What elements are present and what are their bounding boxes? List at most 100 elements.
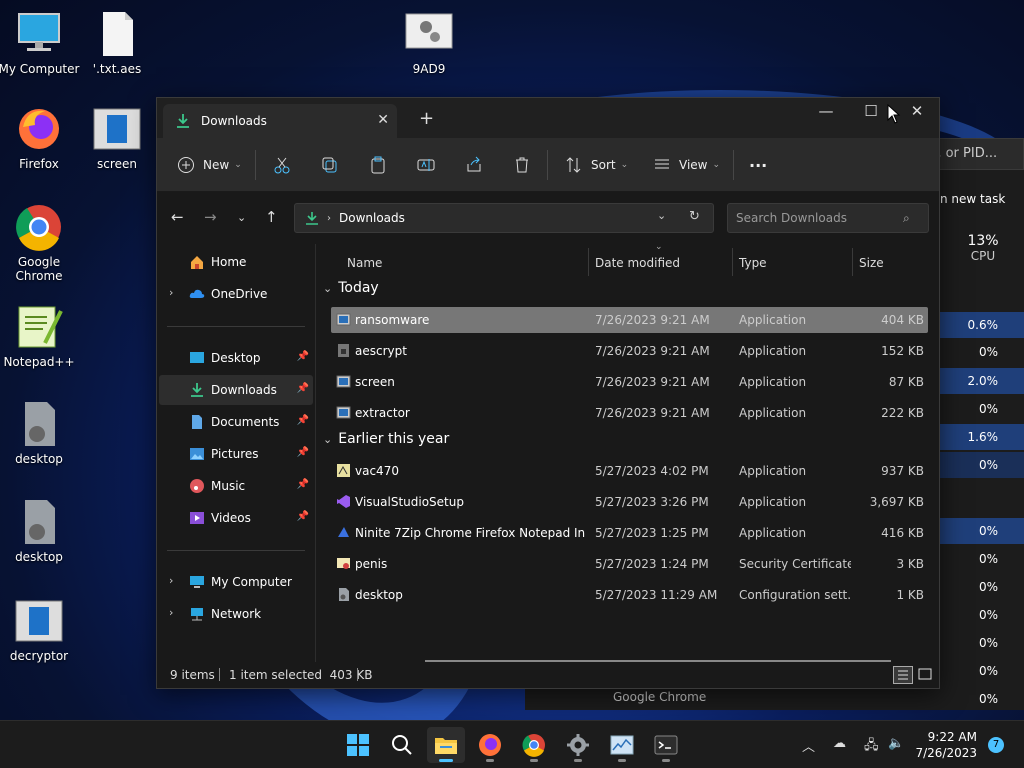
back-arrow-icon[interactable]: ← [171, 208, 184, 226]
taskbar-chrome[interactable] [515, 727, 553, 763]
file-size: 416 KB [881, 526, 924, 540]
share-button[interactable] [465, 152, 483, 178]
column-header-size[interactable]: Size [859, 256, 884, 270]
plus-circle-icon [178, 157, 194, 173]
sidebar-item-my-computer[interactable]: › My Computer [159, 567, 313, 597]
desktop-icon-chrome[interactable]: Google Chrome [0, 203, 81, 283]
chevron-down-icon[interactable]: ⌄ [657, 209, 666, 222]
sidebar-item-music[interactable]: Music 📌 [159, 471, 313, 501]
expand-chevron-icon[interactable]: › [169, 574, 173, 587]
sidebar-item-onedrive[interactable]: › OneDrive [159, 279, 313, 309]
group-header-today[interactable]: ⌄ Today [323, 280, 379, 296]
desktop-icon-desktop-2[interactable]: desktop [0, 498, 81, 564]
running-indicator [574, 759, 582, 762]
pin-icon[interactable]: 📌 [297, 511, 309, 522]
expand-chevron-icon[interactable]: › [169, 606, 173, 619]
taskbar-task-manager[interactable] [603, 727, 641, 763]
file-row[interactable]: screen 7/26/2023 9:21 AM Application 87 KB [331, 369, 928, 395]
group-header-earlier[interactable]: ⌄ Earlier this year [323, 431, 449, 447]
recent-locations-icon[interactable]: ⌄ [237, 211, 246, 224]
notification-badge[interactable]: 7 [988, 737, 1004, 753]
copy-button[interactable] [321, 152, 339, 178]
breadcrumb-downloads[interactable]: Downloads [339, 211, 405, 225]
search-input[interactable]: Search Downloads [727, 203, 929, 233]
file-row[interactable]: VisualStudioSetup 5/27/2023 3:26 PM Applic… [331, 489, 928, 515]
close-window-icon[interactable]: ✕ [902, 102, 932, 120]
up-arrow-icon[interactable]: ↑ [265, 208, 278, 226]
run-new-task-button[interactable]: n new task [940, 192, 1005, 206]
pin-icon[interactable]: 📌 [297, 479, 309, 490]
taskbar-terminal[interactable] [647, 727, 685, 763]
paste-button[interactable] [369, 152, 387, 178]
pin-icon[interactable]: 📌 [297, 351, 309, 362]
desktop-icon-my-computer[interactable]: My Computer [0, 10, 81, 76]
sidebar-item-desktop[interactable]: Desktop 📌 [159, 343, 313, 373]
file-row[interactable]: aescrypt 7/26/2023 9:21 AM Application 152 … [331, 338, 928, 364]
cloud-offline-icon[interactable]: ☁ [833, 736, 846, 751]
file-row[interactable]: desktop 5/27/2023 11:29 AM Configuration s… [331, 582, 928, 608]
sort-button[interactable]: Sort ⌄ [565, 152, 628, 178]
column-divider[interactable] [588, 248, 589, 276]
sidebar-item-documents[interactable]: Documents 📌 [159, 407, 313, 437]
view-button[interactable]: View ⌄ [653, 152, 720, 178]
settings-file-icon [15, 400, 63, 448]
expand-chevron-icon[interactable]: › [169, 286, 173, 299]
settings-file-icon [15, 498, 63, 546]
taskbar-settings[interactable] [559, 727, 597, 763]
file-row[interactable]: ransomware 7/26/2023 9:21 AM Application 40… [331, 307, 928, 333]
large-icons-view-icon[interactable] [916, 666, 936, 684]
cpu-column-header[interactable]: 13% CPU [955, 233, 1011, 263]
close-tab-icon[interactable]: ✕ [377, 112, 389, 128]
new-button[interactable]: New ⌄ [177, 152, 242, 178]
sidebar-item-network[interactable]: › Network [159, 599, 313, 629]
column-divider[interactable] [852, 248, 853, 276]
taskbar-file-explorer[interactable] [427, 727, 465, 763]
toolbar-divider [255, 150, 256, 180]
system-clock[interactable]: 9:22 AM 7/26/2023 [913, 729, 977, 761]
forward-arrow-icon[interactable]: → [204, 208, 217, 226]
desktop-icon-screen[interactable]: screen [75, 105, 159, 171]
file-row[interactable]: penis 5/27/2023 1:24 PM Security Certifica… [331, 551, 928, 577]
refresh-icon[interactable]: ↻ [689, 209, 700, 224]
sidebar-item-home[interactable]: Home [159, 247, 313, 277]
maximize-icon[interactable]: ☐ [856, 102, 886, 120]
desktop-icon-firefox[interactable]: Firefox [0, 105, 81, 171]
file-row[interactable]: vac470 5/27/2023 4:02 PM Application 937 KB [331, 458, 928, 484]
pin-icon[interactable]: 📌 [297, 415, 309, 426]
pin-icon[interactable]: 📌 [297, 447, 309, 458]
address-bar[interactable]: › Downloads ⌄ ↻ [294, 203, 714, 233]
column-header-type[interactable]: Type [739, 256, 767, 270]
network-icon[interactable]: 🖧 [864, 736, 879, 758]
column-header-name[interactable]: Name [347, 256, 382, 270]
minimize-icon[interactable]: — [811, 102, 841, 120]
file-row[interactable]: extractor 7/26/2023 9:21 AM Application 222… [331, 400, 928, 426]
rename-button[interactable] [417, 152, 435, 178]
desktop-icon-decryptor[interactable]: decryptor [0, 597, 81, 663]
file-row[interactable]: Ninite 7Zip Chrome Firefox Notepad Inst.… [331, 520, 928, 546]
taskbar-firefox[interactable] [471, 727, 509, 763]
details-view-icon[interactable] [893, 666, 913, 684]
start-button[interactable] [339, 727, 377, 763]
pin-icon[interactable]: 📌 [297, 383, 309, 394]
column-divider[interactable] [732, 248, 733, 276]
desktop-icon-txt-aes[interactable]: '.txt.aes [75, 10, 159, 76]
column-header-date[interactable]: Date modified [595, 256, 680, 270]
show-hidden-icons-chevron[interactable]: ︿ [802, 736, 815, 755]
sidebar-item-downloads[interactable]: Downloads 📌 [159, 375, 313, 405]
taskbar-search-button[interactable] [383, 727, 421, 763]
desktop-icon-9ad9[interactable]: 9AD9 [387, 10, 471, 76]
volume-icon[interactable]: 🔈 [888, 736, 904, 751]
cut-button[interactable] [273, 152, 291, 178]
new-tab-icon[interactable]: + [419, 108, 434, 129]
title-bar[interactable]: Downloads ✕ + — ☐ ✕ [157, 98, 939, 138]
sidebar-item-pictures[interactable]: Pictures 📌 [159, 439, 313, 469]
process-name-google-chrome[interactable]: Google Chrome [613, 690, 706, 704]
desktop-icon-desktop-1[interactable]: desktop [0, 400, 81, 466]
delete-button[interactable] [513, 152, 531, 178]
tab-downloads[interactable]: Downloads ✕ [163, 104, 397, 138]
desktop-icon-notepadpp[interactable]: Notepad++ [0, 303, 81, 369]
firefox-icon [15, 105, 63, 153]
more-options-button[interactable]: ··· [749, 152, 767, 178]
sidebar-item-videos[interactable]: Videos 📌 [159, 503, 313, 533]
cloud-icon [189, 289, 205, 298]
